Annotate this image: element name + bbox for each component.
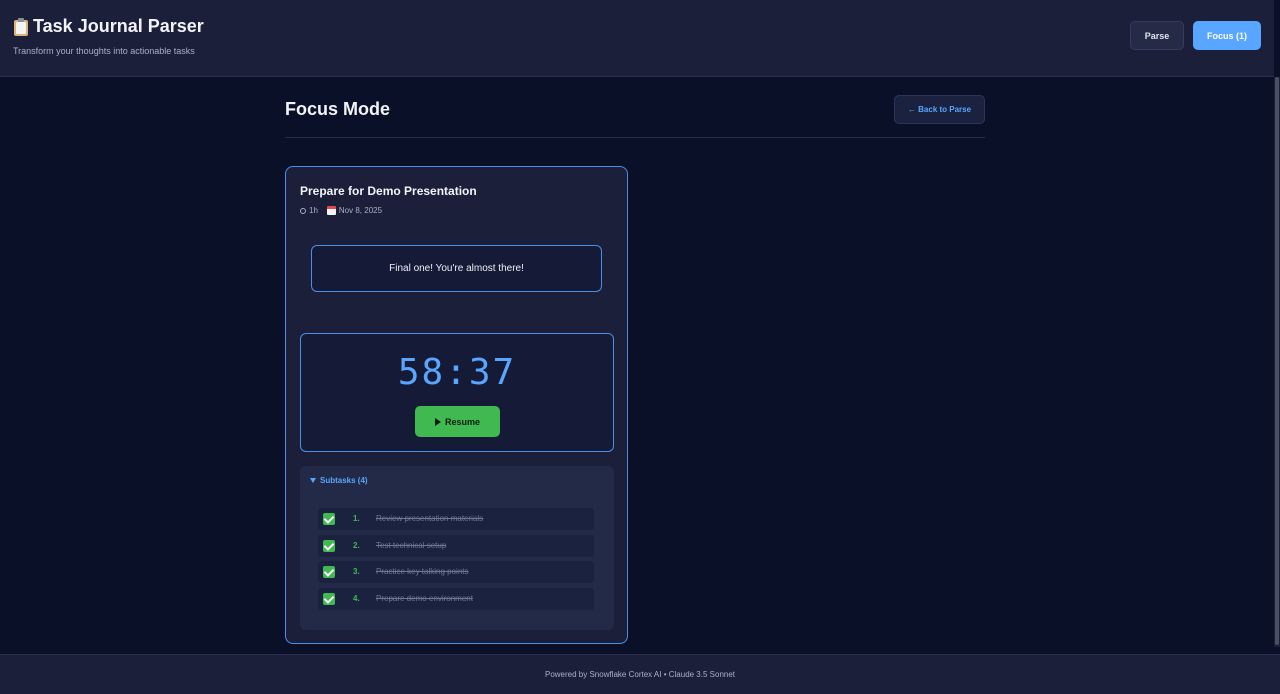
clipboard-icon [13,17,29,36]
subtask-item: 2. Test technical setup [318,534,594,557]
subtask-number: 4. [353,593,360,603]
timer-display: 58:37 [397,352,517,393]
subtask-number: 1. [353,514,360,523]
resume-button[interactable]: Resume [415,406,500,437]
back-to-parse-button[interactable]: ← Back to Parse [894,95,985,124]
app-subtitle: Transform your thoughts into actionable … [13,46,195,56]
encouragement-message: Final one! You're almost there! [311,245,602,292]
subtask-item: 4. Prepare demo environment [318,587,594,610]
page-scrollbar[interactable] [1274,77,1280,647]
task-duration: 1h [309,206,318,215]
subtask-number: 2. [353,540,360,550]
subtask-text: Test technical setup [376,540,447,550]
calendar-icon [326,206,336,215]
subtask-number: 3. [353,567,360,577]
timer-panel: 58:37 Resume [300,333,614,452]
subtask-list: 1. Review presentation materials 2. Test… [318,508,594,614]
subtask-item: 1. Review presentation materials [318,508,594,530]
task-card: Prepare for Demo Presentation 1h Nov 8, … [285,166,628,644]
page-title: Focus Mode [285,99,391,119]
subtask-item: 3. Practice key talking points [318,561,594,584]
clock-icon [300,207,306,214]
task-date: Nov 8, 2025 [338,206,383,215]
checkbox-checked-icon[interactable] [323,592,335,605]
checkbox-checked-icon[interactable] [323,539,335,552]
footer: Powered by Snowflake Cortex AI • Claude … [0,654,1280,694]
parse-button[interactable]: Parse [1130,21,1184,50]
subtask-text: Prepare demo environment [376,593,473,603]
subtask-text: Practice key talking points [376,567,469,577]
task-title: Prepare for Demo Presentation [300,184,477,198]
app-title: Task Journal Parser [13,16,204,37]
checkbox-checked-icon[interactable] [323,513,335,525]
scrollbar-thumb[interactable] [1275,77,1279,645]
subtask-text: Review presentation materials [376,514,484,523]
subtasks-label: Subtasks (4) [320,476,368,485]
app-header: Task Journal Parser Transform your thoug… [0,0,1274,77]
subtasks-toggle[interactable]: Subtasks (4) [310,476,368,485]
triangle-down-icon [310,478,316,483]
task-meta: 1h Nov 8, 2025 [300,206,382,215]
checkbox-checked-icon[interactable] [323,566,335,579]
divider [285,137,985,138]
subtasks-panel: Subtasks (4) 1. Review presentation mate… [300,466,614,630]
play-icon [434,417,441,426]
app-title-text: Task Journal Parser [33,16,204,36]
resume-label: Resume [444,416,480,427]
focus-button[interactable]: Focus (1) [1193,21,1261,50]
